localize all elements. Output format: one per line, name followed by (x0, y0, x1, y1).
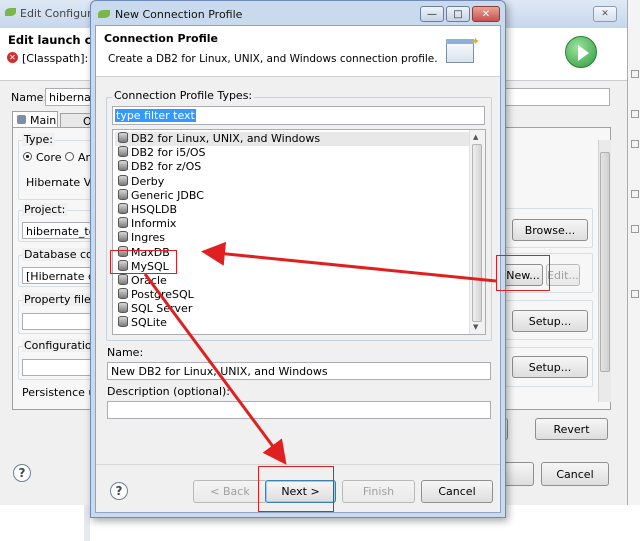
list-item[interactable]: HSQLDB (115, 202, 470, 217)
list-item[interactable]: PostgreSQL (115, 288, 470, 302)
tab-main[interactable]: Main (12, 111, 58, 128)
list-item[interactable]: DB2 for i5/OS (115, 146, 470, 160)
profile-types-list[interactable]: DB2 for Linux, UNIX, and Windows DB2 for … (112, 129, 486, 335)
setup-button-1[interactable]: Setup... (512, 310, 588, 332)
list-item[interactable]: SQL Server (115, 302, 470, 316)
revert-button[interactable]: Revert (535, 418, 608, 440)
maximize-button[interactable]: □ (446, 6, 470, 22)
list-item-label: Generic JDBC (131, 188, 204, 202)
database-icon (118, 316, 128, 328)
database-icon (118, 146, 128, 158)
list-item-label: Derby (131, 174, 165, 188)
database-icon (118, 217, 128, 229)
project-group-label: Project: (22, 203, 68, 216)
list-item[interactable]: Informix (115, 217, 470, 231)
bg-name-input[interactable]: hibernate (45, 88, 95, 106)
profile-types-label: Connection Profile Types: (112, 89, 255, 102)
close-button[interactable]: ✕ (472, 6, 500, 22)
connection-wizard-icon: ✦ (446, 35, 480, 67)
setup-button-2[interactable]: Setup... (512, 356, 588, 378)
database-icon (118, 231, 128, 243)
bg-cancel-button[interactable]: Cancel (541, 462, 609, 486)
panel-scrollbar[interactable] (598, 140, 611, 402)
bg-help-icon[interactable]: ? (13, 464, 31, 482)
finish-button[interactable]: Finish (342, 480, 415, 503)
type-filter-text: type filter text (115, 109, 196, 122)
next-button-highlight-box (258, 466, 334, 512)
db-connection-select[interactable]: [Hibernate con (22, 267, 94, 284)
list-item[interactable]: DB2 for Linux, UNIX, and Windows (115, 132, 470, 147)
dialog-header-title: Connection Profile (104, 32, 218, 45)
project-input[interactable]: hibernate_tool (22, 222, 94, 239)
description-input[interactable] (107, 401, 491, 419)
list-item-label: DB2 for z/OS (131, 160, 202, 174)
list-item-label: SQLite (131, 316, 167, 330)
list-item[interactable]: SQLite (115, 316, 470, 330)
description-label: Description (optional): (107, 385, 231, 398)
list-item-label: DB2 for i5/OS (131, 146, 206, 160)
tab-other[interactable]: O (60, 113, 92, 128)
type-an-radio[interactable] (65, 152, 74, 161)
list-item-label: HSQLDB (131, 202, 178, 216)
list-scrollbar[interactable]: ▲ ▼ (469, 130, 485, 334)
dialog-cancel-button[interactable]: Cancel (421, 480, 493, 503)
panel-scrollbar-thumb[interactable] (600, 152, 610, 372)
database-icon (118, 288, 128, 300)
list-item[interactable]: Derby (115, 174, 470, 189)
edit-connection-button[interactable]: Edit... (546, 264, 580, 286)
minimize-button[interactable]: — (420, 6, 444, 22)
type-group-label: Type: (22, 133, 55, 146)
list-item-label: Ingres (131, 231, 165, 245)
footer-separator (96, 464, 500, 465)
database-icon (118, 188, 128, 200)
error-icon: ✕ (7, 52, 18, 63)
database-icon (118, 174, 128, 186)
database-icon (118, 132, 128, 143)
type-filter-input[interactable]: type filter text (112, 106, 485, 125)
list-item-label: DB2 for Linux, UNIX, and Windows (131, 132, 321, 145)
new-button-highlight-box (496, 255, 550, 291)
list-scroll-down-icon[interactable]: ▼ (473, 323, 478, 331)
list-item-label: Oracle (131, 273, 167, 287)
eclipse-leaf-icon (5, 8, 16, 16)
database-icon (118, 202, 128, 214)
dialog-header-description: Create a DB2 for Linux, UNIX, and Window… (108, 53, 438, 65)
profile-name-label: Name: (107, 346, 144, 359)
list-item-label: SQL Server (131, 302, 193, 316)
list-item-label: Informix (131, 217, 177, 231)
tab-main-icon (17, 115, 26, 124)
list-item[interactable]: Oracle (115, 273, 470, 288)
type-core-radio[interactable] (23, 152, 32, 161)
type-core-label: Core (36, 151, 62, 164)
right-edge-strip (628, 0, 640, 505)
back-button[interactable]: < Back (193, 480, 267, 503)
list-item[interactable]: DB2 for z/OS (115, 160, 470, 174)
list-scroll-up-icon[interactable]: ▲ (473, 133, 478, 141)
property-file-label: Property file: (22, 293, 97, 306)
bg-name-label: Name: (11, 91, 48, 104)
run-icon (565, 36, 597, 68)
list-scrollbar-thumb[interactable] (472, 144, 482, 322)
config-file-input[interactable] (22, 359, 94, 376)
mysql-highlight-box (110, 250, 177, 274)
database-icon (118, 302, 128, 314)
bg-name-input-right[interactable] (500, 88, 610, 106)
profile-name-input[interactable]: New DB2 for Linux, UNIX, and Windows (107, 362, 491, 380)
dialog-leaf-icon (98, 10, 110, 18)
type-group (18, 140, 98, 200)
dialog-title: New Connection Profile (115, 8, 243, 21)
list-item[interactable]: Generic JDBC (115, 188, 470, 203)
database-icon (118, 273, 128, 285)
database-icon (118, 160, 128, 172)
tab-main-label: Main (30, 114, 57, 127)
list-item[interactable]: Ingres (115, 231, 470, 245)
list-item-label: PostgreSQL (131, 288, 194, 302)
background-close-button[interactable]: ✕ (593, 6, 617, 22)
browse-button[interactable]: Browse... (512, 219, 588, 241)
property-file-input[interactable] (22, 313, 94, 330)
dialog-help-icon[interactable]: ? (110, 482, 128, 500)
